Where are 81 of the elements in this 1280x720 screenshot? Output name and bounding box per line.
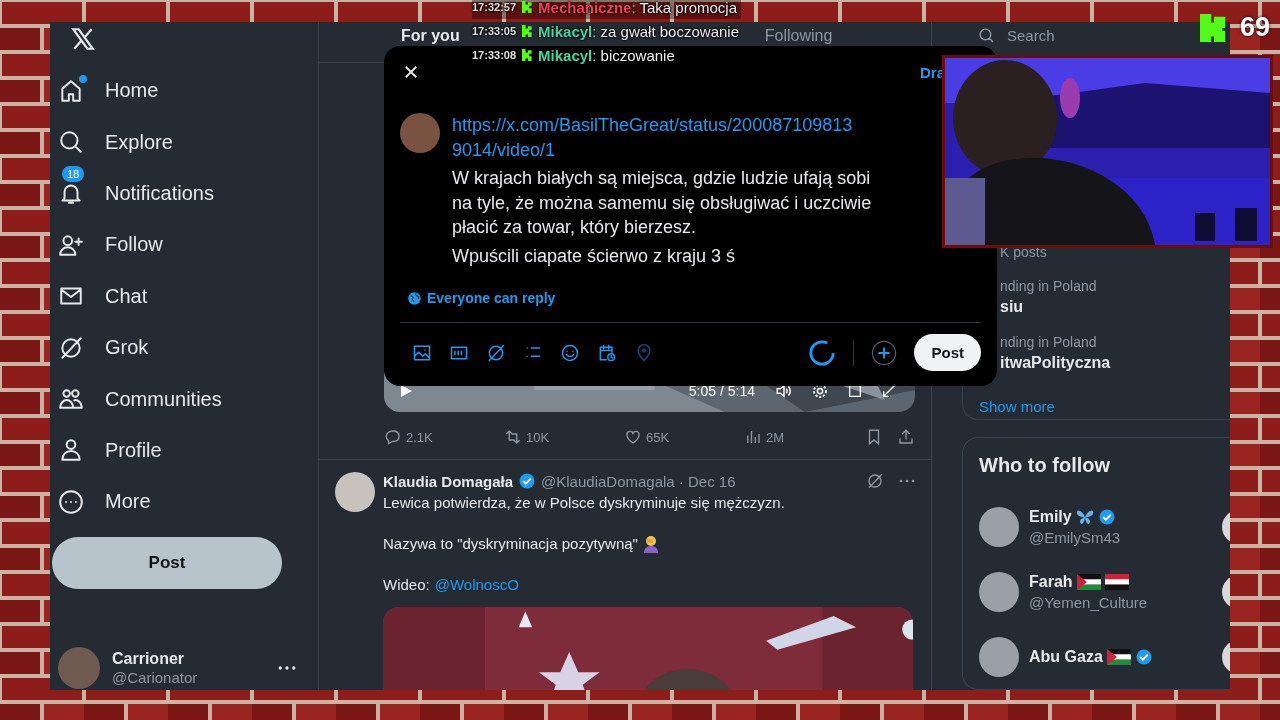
- author-name[interactable]: Klaudia Domagała: [383, 472, 514, 490]
- post-text: Lewica potwierdza, że w Polsce dyskryminuje się mężczyzn.: [383, 493, 785, 513]
- card-title: Who to follow: [979, 454, 1112, 477]
- search-icon: [58, 129, 84, 156]
- avatar: [400, 113, 440, 153]
- nav-item[interactable]: Follow: [58, 219, 318, 271]
- smiley-icon[interactable]: [560, 342, 580, 363]
- avatar[interactable]: [979, 636, 1019, 677]
- nav-item[interactable]: 18 Notifications: [58, 167, 318, 220]
- post-button[interactable]: Post: [52, 536, 282, 589]
- logo-icon[interactable]: [70, 26, 96, 52]
- add-icon[interactable]: [871, 339, 898, 366]
- stat-button[interactable]: 2M: [744, 428, 864, 446]
- chat-message: : biczowanie: [592, 46, 675, 64]
- account-handle: @Carionator: [112, 668, 199, 686]
- avatar[interactable]: [979, 506, 1019, 547]
- user-handle: @Yemen_Culture: [1029, 593, 1148, 611]
- user-name[interactable]: Emily: [1029, 507, 1072, 526]
- logo-icon: [1199, 13, 1228, 42]
- nav-item[interactable]: Grok: [58, 321, 318, 374]
- progress-ring-icon: [808, 338, 837, 367]
- nav-item[interactable]: Explore: [58, 116, 318, 168]
- nav-item[interactable]: Communities: [58, 373, 318, 425]
- play-icon[interactable]: [398, 383, 414, 399]
- share-icon[interactable]: [897, 428, 915, 446]
- compose-text-field[interactable]: https://x.com/BasilTheGreat/status/200087109813 9014/video/1 W krajach białych są miejsca, gdzie ludzie ufają sobi na tyle, że można samemu się obsługiwać i uczciwie płacić za towar, który bierzesz. Wpuścili ciapate ścierwo z kraju 3 ś: [452, 113, 940, 268]
- badge-icon: [522, 25, 535, 37]
- calendar-clock-icon[interactable]: [597, 342, 617, 363]
- chat-username: Mikacyl: [538, 22, 593, 40]
- close-icon[interactable]: [402, 63, 420, 81]
- flag-icon: [1106, 648, 1131, 665]
- nav-item[interactable]: Profile: [58, 424, 318, 477]
- nav-item[interactable]: Home: [58, 65, 318, 117]
- more-icon: [58, 488, 84, 515]
- chat-message: : za gwałt boczowanie: [592, 22, 739, 40]
- mention-link[interactable]: @WolnoscO: [434, 574, 519, 595]
- more-icon[interactable]: [278, 665, 296, 671]
- chat-username: Mikacyl: [538, 46, 593, 64]
- reply-icon: [384, 428, 402, 446]
- show-more-link[interactable]: Show more: [963, 397, 1230, 415]
- chat-time: 17:33:08: [472, 49, 517, 61]
- butterfly-icon: [1075, 508, 1094, 525]
- flag-icon: [1076, 573, 1101, 590]
- repost-icon: [504, 428, 522, 446]
- post-meta: @KlaudiaDomagala · Dec 16: [541, 472, 736, 490]
- fullscreen-icon[interactable]: [881, 383, 897, 399]
- trend-name[interactable]: siu: [1000, 297, 1230, 316]
- stat-button[interactable]: 65K: [624, 428, 744, 446]
- more-icon[interactable]: [899, 478, 915, 484]
- search-field[interactable]: Search: [1005, 25, 1159, 45]
- trend-category: nding in Poland: [1000, 333, 1098, 350]
- post-text: Nazywa to "dyskryminacja pozytywną": [383, 534, 638, 554]
- stat-button[interactable]: 10K: [504, 428, 624, 446]
- user-name[interactable]: Abu Gaza: [1029, 647, 1103, 666]
- trend-category: nding in Poland: [1000, 277, 1098, 294]
- notification-count: 18: [62, 166, 85, 183]
- chat-time: 17:33:05: [472, 25, 517, 37]
- stat-button[interactable]: 2.1K: [384, 428, 504, 446]
- chat-time: 17:32:57: [472, 1, 517, 13]
- facepalm-icon: [642, 534, 659, 553]
- user-handle: @EmilySm43: [1029, 528, 1121, 546]
- user-name[interactable]: Farah: [1029, 572, 1073, 591]
- post-text: Wideo:: [383, 575, 430, 595]
- badge-icon: [522, 49, 535, 61]
- trend-name[interactable]: itwaPolityczna: [1000, 353, 1230, 372]
- person-icon: [58, 437, 84, 464]
- bar-chart-icon: [744, 428, 762, 446]
- flag-icon: [1104, 573, 1129, 590]
- search-icon: [978, 26, 995, 44]
- avatar[interactable]: [979, 571, 1019, 612]
- nav-item[interactable]: More: [58, 476, 318, 528]
- globe-icon: [407, 290, 422, 306]
- chat-message: : Taka promocja: [631, 0, 738, 16]
- avatar[interactable]: [335, 472, 375, 512]
- home-icon: [58, 77, 84, 104]
- heart-icon: [624, 428, 642, 446]
- reply-setting-button[interactable]: Everyone can reply: [400, 290, 981, 306]
- badge-icon: [522, 1, 535, 13]
- post-button[interactable]: Post: [914, 334, 981, 371]
- account-name: Carrioner: [112, 650, 186, 669]
- nav-item[interactable]: Chat: [58, 270, 318, 322]
